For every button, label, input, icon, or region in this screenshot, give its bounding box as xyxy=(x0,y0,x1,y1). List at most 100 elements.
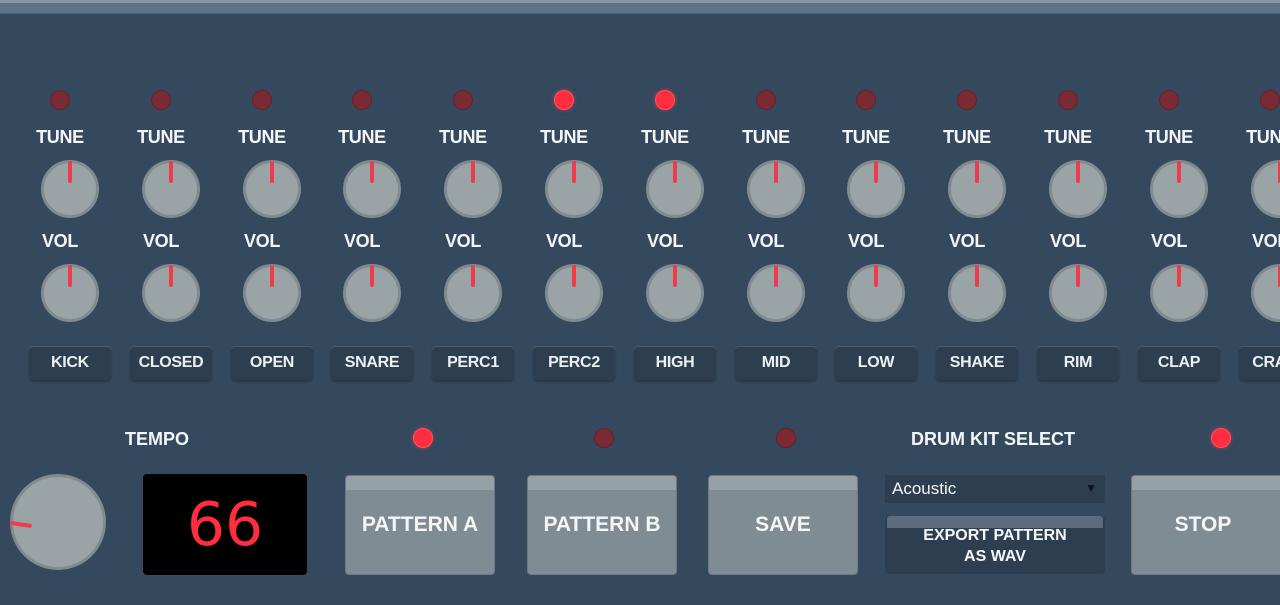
tune-knob[interactable] xyxy=(948,160,1006,218)
tune-knob[interactable] xyxy=(1049,160,1107,218)
vol-knob[interactable] xyxy=(444,264,502,322)
tune-label: TUNE xyxy=(641,127,689,147)
vol-knob[interactable] xyxy=(1251,264,1280,322)
pattern-a-button[interactable]: PATTERN A xyxy=(345,475,495,575)
knob-indicator xyxy=(169,265,173,287)
pattern-a-led xyxy=(413,428,433,448)
channel-open: TUNE VOL OPEN xyxy=(212,0,313,400)
knob-indicator xyxy=(270,161,274,183)
tune-knob[interactable] xyxy=(747,160,805,218)
tune-knob[interactable] xyxy=(41,160,99,218)
knob-indicator xyxy=(774,161,778,183)
knob-indicator xyxy=(774,265,778,287)
channel-button[interactable]: HIGH xyxy=(634,346,716,380)
tune-knob[interactable] xyxy=(343,160,401,218)
channel-led xyxy=(1058,90,1078,110)
tune-knob[interactable] xyxy=(1251,160,1280,218)
vol-label: VOL xyxy=(142,231,180,251)
channel-perc2: TUNE VOL PERC2 xyxy=(514,0,615,400)
vol-knob[interactable] xyxy=(646,264,704,322)
knob-indicator xyxy=(975,161,979,183)
knob-indicator xyxy=(169,161,173,183)
knob-indicator xyxy=(68,161,72,183)
tune-knob[interactable] xyxy=(1150,160,1208,218)
channel-button[interactable]: OPEN xyxy=(231,346,313,380)
channel-rim: TUNE VOL RIM xyxy=(1018,0,1119,400)
vol-knob[interactable] xyxy=(243,264,301,322)
channel-mid: TUNE VOL MID xyxy=(716,0,817,400)
knob-indicator xyxy=(874,161,878,183)
channel-led xyxy=(1260,90,1280,110)
pattern-b-button[interactable]: PATTERN B xyxy=(527,475,677,575)
vol-label: VOL xyxy=(646,231,684,251)
channel-perc1: TUNE VOL PERC1 xyxy=(413,0,514,400)
vol-knob[interactable] xyxy=(545,264,603,322)
tune-label: TUNE xyxy=(1246,127,1280,147)
tune-label: TUNE xyxy=(439,127,487,147)
knob-indicator xyxy=(1076,161,1080,183)
channel-button[interactable]: CRASH xyxy=(1239,346,1280,380)
vol-knob[interactable] xyxy=(142,264,200,322)
channel-button[interactable]: LOW xyxy=(835,346,917,380)
pattern-b-label: PATTERN B xyxy=(543,513,661,536)
channel-button[interactable]: MID xyxy=(735,346,817,380)
vol-label: VOL xyxy=(847,231,885,251)
tempo-display: 66 xyxy=(143,474,307,575)
channel-button[interactable]: PERC1 xyxy=(432,346,514,380)
tune-label: TUNE xyxy=(36,127,84,147)
channel-clap: TUNE VOL CLAP xyxy=(1119,0,1220,400)
knob-indicator xyxy=(1177,161,1181,183)
channel-button[interactable]: PERC2 xyxy=(533,346,615,380)
channel-snare: TUNE VOL SNARE xyxy=(312,0,413,400)
channel-button[interactable]: KICK xyxy=(29,346,111,380)
vol-label: VOL xyxy=(1049,231,1087,251)
tune-label: TUNE xyxy=(137,127,185,147)
channel-button[interactable]: RIM xyxy=(1037,346,1119,380)
tune-knob[interactable] xyxy=(243,160,301,218)
drum-kit-select[interactable]: Acoustic ▼ xyxy=(885,475,1105,503)
vol-label: VOL xyxy=(444,231,482,251)
save-button[interactable]: SAVE xyxy=(708,475,858,575)
channel-button[interactable]: CLOSED xyxy=(130,346,212,380)
vol-label: VOL xyxy=(343,231,381,251)
channel-button[interactable]: SHAKE xyxy=(936,346,1018,380)
export-wav-button[interactable]: EXPORT PATTERN AS WAV xyxy=(885,516,1105,574)
knob-indicator xyxy=(673,265,677,287)
channel-led xyxy=(453,90,473,110)
vol-label: VOL xyxy=(1251,231,1280,251)
tune-label: TUNE xyxy=(1145,127,1193,147)
stop-button[interactable]: STOP xyxy=(1131,475,1280,575)
vol-label: VOL xyxy=(243,231,281,251)
tune-knob[interactable] xyxy=(545,160,603,218)
tune-label: TUNE xyxy=(238,127,286,147)
tune-label: TUNE xyxy=(540,127,588,147)
vol-knob[interactable] xyxy=(343,264,401,322)
tune-label: TUNE xyxy=(1044,127,1092,147)
vol-knob[interactable] xyxy=(747,264,805,322)
vol-knob[interactable] xyxy=(1049,264,1107,322)
channel-led xyxy=(50,90,70,110)
knob-indicator xyxy=(572,265,576,287)
drum-kit-select-label: DRUM KIT SELECT xyxy=(911,429,1075,449)
vol-knob[interactable] xyxy=(847,264,905,322)
tempo-knob[interactable] xyxy=(9,474,106,570)
drum-kit-selected-value: Acoustic xyxy=(892,479,957,498)
vol-knob[interactable] xyxy=(1150,264,1208,322)
vol-knob[interactable] xyxy=(41,264,99,322)
export-label-line1: EXPORT PATTERN xyxy=(923,527,1067,544)
tune-knob[interactable] xyxy=(142,160,200,218)
knob-indicator xyxy=(673,161,677,183)
vol-knob[interactable] xyxy=(948,264,1006,322)
channel-closed: TUNE VOL CLOSED xyxy=(111,0,212,400)
tune-knob[interactable] xyxy=(444,160,502,218)
knob-indicator xyxy=(9,521,33,529)
tune-knob[interactable] xyxy=(646,160,704,218)
channel-button[interactable]: SNARE xyxy=(331,346,413,380)
tune-knob[interactable] xyxy=(847,160,905,218)
pattern-b-led xyxy=(594,428,614,448)
channel-kick: TUNE VOL KICK xyxy=(10,0,111,400)
tune-label: TUNE xyxy=(943,127,991,147)
channel-button[interactable]: CLAP xyxy=(1138,346,1220,380)
channel-led xyxy=(352,90,372,110)
channel-led xyxy=(151,90,171,110)
